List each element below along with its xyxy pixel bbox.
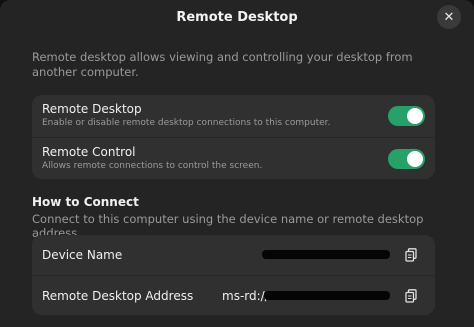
remote-control-switch[interactable] — [388, 149, 425, 169]
remote-desktop-address-value: ms-rd:// — [222, 289, 269, 303]
redacted-address — [264, 291, 390, 300]
dialog-title: Remote Desktop — [176, 9, 298, 25]
remote-desktop-address-row: Remote Desktop Address ms-rd:// — [32, 275, 435, 315]
switch-knob — [407, 151, 423, 167]
remote-control-label: Remote Control — [42, 145, 136, 159]
switch-knob — [407, 108, 423, 124]
connection-info-card: Device Name Remote Desktop Address ms-rd… — [32, 235, 435, 315]
remote-control-row[interactable]: Remote Control Allows remote connections… — [32, 137, 435, 179]
remote-desktop-label: Remote Desktop — [42, 102, 142, 116]
remote-desktop-row[interactable]: Remote Desktop Enable or disable remote … — [32, 95, 435, 137]
device-name-label: Device Name — [42, 248, 123, 262]
remote-settings-card: Remote Desktop Enable or disable remote … — [32, 95, 435, 179]
device-name-row: Device Name — [32, 235, 435, 275]
redacted-device-name — [262, 250, 390, 259]
copy-icon[interactable] — [405, 289, 417, 303]
close-icon: ✕ — [443, 9, 455, 25]
remote-desktop-description: Enable or disable remote desktop connect… — [42, 118, 331, 128]
remote-desktop-switch[interactable] — [388, 106, 425, 126]
close-button[interactable]: ✕ — [437, 5, 461, 29]
intro-description: Remote desktop allows viewing and contro… — [32, 50, 413, 79]
remote-control-description: Allows remote connections to control the… — [42, 161, 263, 171]
copy-icon[interactable] — [405, 248, 417, 262]
title-bar: Remote Desktop ✕ — [0, 0, 474, 34]
remote-desktop-address-label: Remote Desktop Address — [42, 289, 194, 303]
how-to-connect-heading: How to Connect — [32, 195, 139, 209]
remote-desktop-dialog: Remote Desktop ✕ Remote desktop allows v… — [0, 0, 474, 327]
